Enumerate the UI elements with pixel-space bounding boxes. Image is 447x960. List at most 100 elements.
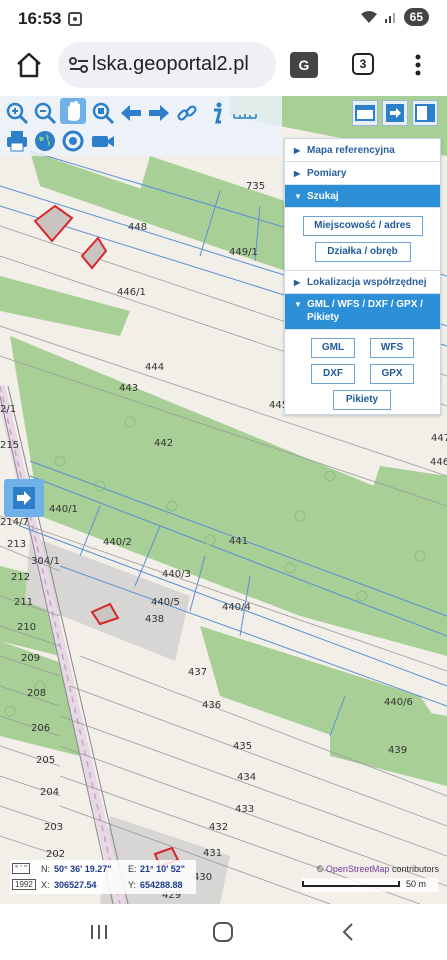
- sidebar-toggle-button[interactable]: [412, 100, 438, 126]
- recent-apps-icon[interactable]: [86, 922, 112, 942]
- e-value: 21° 10' 52": [140, 864, 186, 874]
- collapse-panel-button[interactable]: [382, 100, 408, 126]
- parcel-label: 209: [21, 653, 41, 664]
- search-address-button[interactable]: Miejscowość / adres: [302, 216, 423, 236]
- parcel-label: 205: [36, 755, 56, 766]
- parcel-label: 443: [119, 383, 139, 394]
- panel-item-export[interactable]: ▼ GML / WFS / DXF / GPX / Pikiety: [285, 294, 440, 330]
- coordinates-display: ° ' " 1992 N: 50° 36' 19.27" E: 21° 10' …: [10, 860, 196, 894]
- dxf-button[interactable]: DXF: [311, 364, 355, 384]
- attribution-prefix: ©: [316, 864, 324, 874]
- y-value: 654288.88: [140, 880, 183, 890]
- parcel-label: 210: [17, 622, 37, 633]
- map-attribution: © OpenStreetMap contributors: [317, 864, 439, 874]
- panel-item-mapa-referencyjna[interactable]: ▶ Mapa referencyjna: [285, 139, 440, 162]
- arrow-right-icon[interactable]: [146, 100, 172, 126]
- parcel-label: 2/1: [0, 404, 17, 415]
- signal-icon: [384, 13, 395, 23]
- system-nav-bar: [0, 904, 447, 960]
- scale-bar: 50 m: [302, 878, 438, 892]
- parcel-label: 446/1: [117, 287, 146, 298]
- parcel-label: 203: [44, 822, 64, 833]
- translate-icon[interactable]: G: [290, 52, 318, 78]
- search-parcel-button[interactable]: Działka / obręb: [314, 242, 411, 262]
- map-canvas[interactable]: 735 448 449/1 446/1 444 443 445 442 447 …: [0, 96, 447, 904]
- battery-icon: 65: [403, 8, 429, 26]
- parcel-label: 204: [40, 787, 60, 798]
- x-label: X:: [41, 880, 50, 890]
- caret-down-icon: ▼: [294, 300, 302, 309]
- parcel-label: 446: [430, 457, 447, 468]
- attribution-suffix: contributors: [391, 864, 439, 874]
- parcel-label: 441: [229, 536, 249, 547]
- status-right: 65: [360, 8, 429, 26]
- url-bar[interactable]: lska.geoportal2.pl: [58, 42, 276, 88]
- panel-item-lokalizacja[interactable]: ▶ Lokalizacja współrzędnej: [285, 271, 440, 294]
- back-icon[interactable]: [336, 922, 362, 942]
- camera-icon[interactable]: [90, 128, 116, 154]
- parcel-label: 440/6: [384, 697, 413, 708]
- zoom-area-icon[interactable]: [90, 100, 116, 126]
- panel-item-label: Lokalizacja współrzędnej: [307, 277, 427, 288]
- pikiety-button[interactable]: Pikiety: [333, 390, 391, 410]
- parcel-label: 449/1: [229, 247, 258, 258]
- gml-button[interactable]: GML: [311, 338, 355, 358]
- parcel-label: 212: [11, 572, 31, 583]
- print-icon[interactable]: [4, 128, 30, 154]
- parcel-label: 214/7: [0, 517, 29, 528]
- parcel-label: 304/1: [31, 556, 60, 567]
- gpx-button[interactable]: GPX: [370, 364, 414, 384]
- sidebar-icon: [415, 104, 435, 122]
- info-icon[interactable]: [204, 100, 230, 126]
- scale-line: [302, 881, 400, 887]
- osm-link[interactable]: OpenStreetMap: [326, 864, 390, 874]
- caret-right-icon: ▶: [294, 278, 301, 287]
- tools-panel: ▶ Mapa referencyjna ▶ Pomiary ▼ Szukaj M…: [284, 138, 441, 415]
- tabs-button[interactable]: 3: [352, 53, 374, 75]
- more-menu-icon[interactable]: [408, 52, 428, 78]
- arrow-right-box-icon: [386, 104, 404, 122]
- home-icon[interactable]: [14, 50, 44, 80]
- e-label: E:: [128, 864, 137, 874]
- caret-right-icon: ▶: [294, 146, 301, 155]
- parcel-label: 213: [7, 539, 27, 550]
- location-target-icon[interactable]: [60, 128, 86, 154]
- panel-item-szukaj[interactable]: ▼ Szukaj: [285, 185, 440, 208]
- measure-ruler-icon[interactable]: [232, 100, 258, 126]
- globe-icon[interactable]: [32, 128, 58, 154]
- n-value: 50° 36' 19.27": [54, 864, 112, 874]
- coord-system-1992[interactable]: 1992: [12, 879, 36, 890]
- panel-item-label: GML / WFS / DXF / GPX / Pikiety: [307, 299, 423, 323]
- wifi-icon: [360, 11, 377, 23]
- link-icon[interactable]: [174, 100, 200, 126]
- parcel-label: 435: [233, 741, 253, 752]
- arrow-left-icon[interactable]: [118, 100, 144, 126]
- expand-side-panel-button[interactable]: [4, 479, 44, 517]
- home-nav-icon[interactable]: [210, 922, 236, 942]
- status-bar: 16:53 65: [0, 0, 447, 38]
- parcel-label: 211: [14, 597, 34, 608]
- y-label: Y:: [128, 880, 137, 890]
- panel-item-label: Szukaj: [307, 191, 339, 202]
- parcel-label: 202: [46, 849, 66, 860]
- window-icon: [355, 105, 375, 121]
- zoom-out-icon[interactable]: [32, 100, 58, 126]
- parcel-label: 440/4: [222, 602, 251, 613]
- wfs-button[interactable]: WFS: [370, 338, 414, 358]
- x-value: 306527.54: [54, 880, 97, 890]
- parcel-label: 440/3: [162, 569, 191, 580]
- parcel-label: 444: [145, 362, 165, 373]
- zoom-in-icon[interactable]: [4, 100, 30, 126]
- window-toggle-button[interactable]: [352, 100, 378, 126]
- export-section: GML WFS DXF GPX Pikiety: [285, 330, 440, 414]
- site-settings-icon[interactable]: [68, 55, 90, 75]
- parcel-label: 432: [209, 822, 229, 833]
- coord-system-degrees[interactable]: ° ' ": [12, 863, 31, 874]
- url-text: lska.geoportal2.pl: [92, 53, 249, 75]
- panel-item-pomiary[interactable]: ▶ Pomiary: [285, 162, 440, 185]
- pan-hand-icon[interactable]: [60, 98, 86, 124]
- parcel-label: 448: [128, 222, 148, 233]
- parcel-label: 215: [0, 440, 20, 451]
- arrow-right-box-icon: [13, 487, 35, 509]
- parcel-label: 436: [202, 700, 222, 711]
